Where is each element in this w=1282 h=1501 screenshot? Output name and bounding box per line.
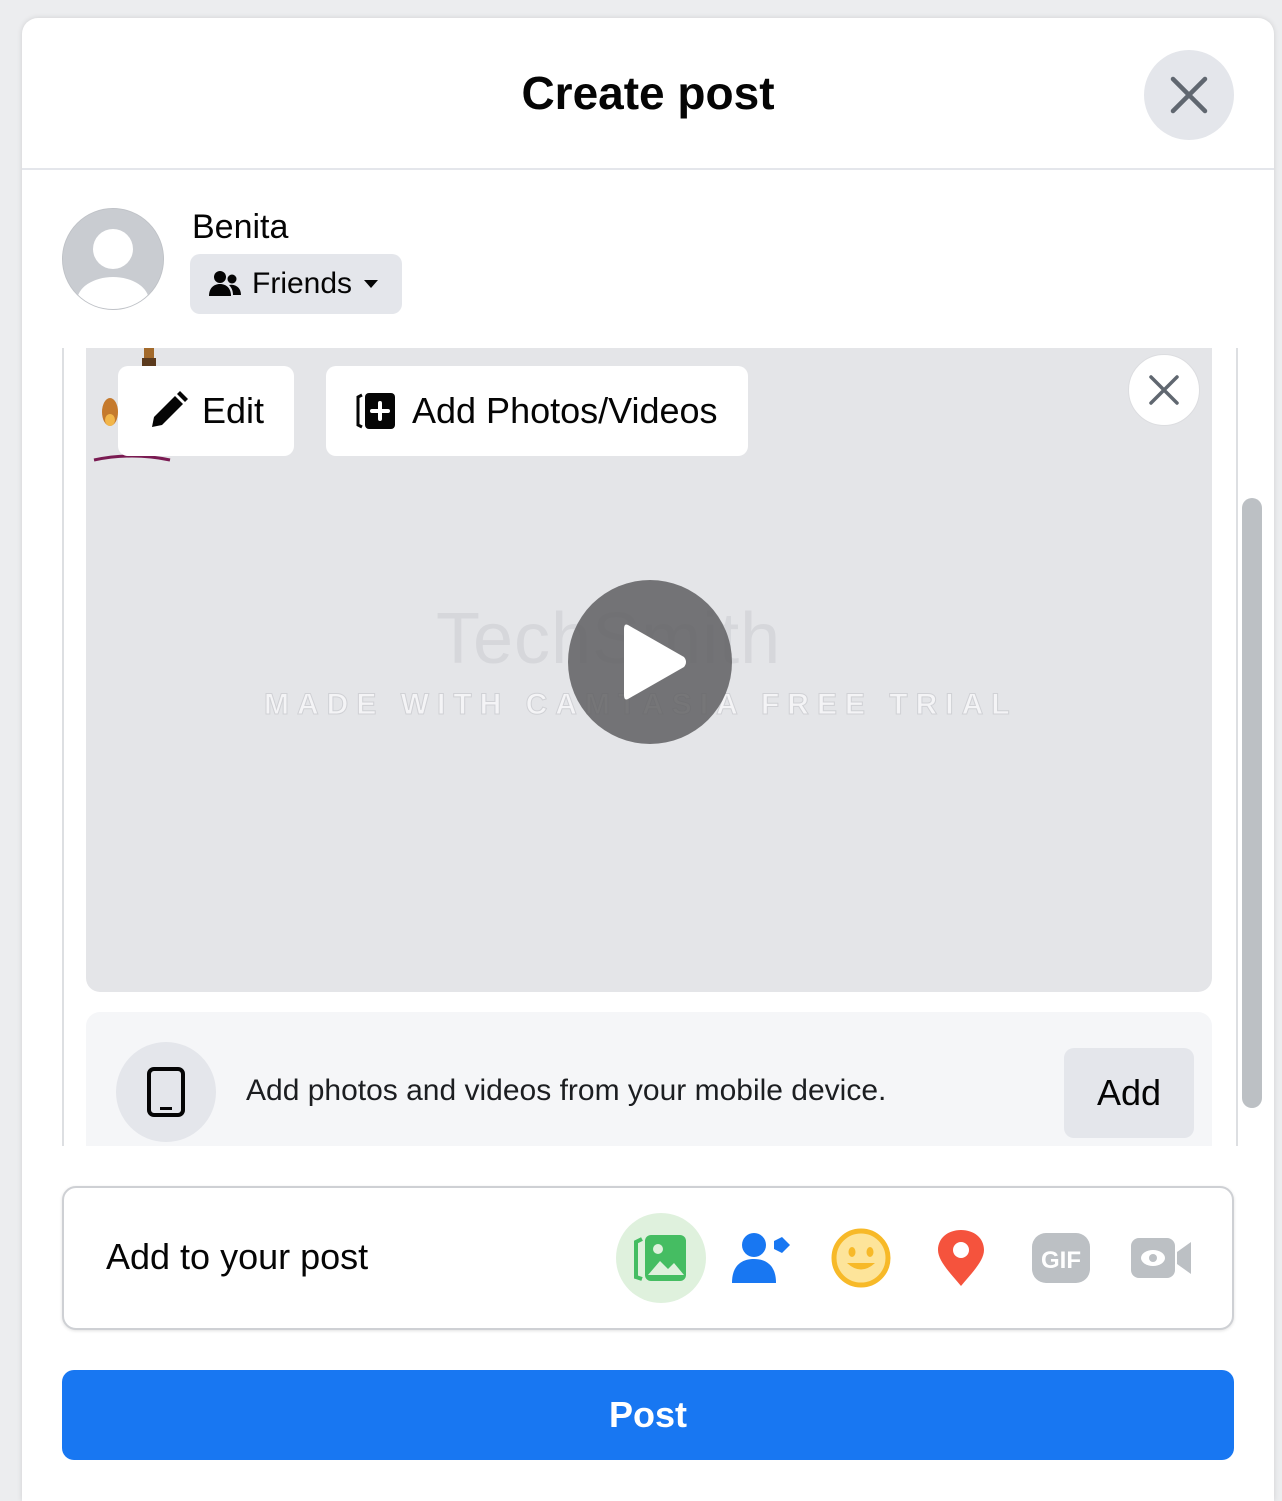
post-content-scroll-area[interactable]: TechSmith MADE WITH CAMTASIA FREE TRIAL … bbox=[62, 348, 1238, 1146]
photo-video-icon bbox=[634, 1235, 686, 1281]
user-name[interactable]: Benita bbox=[192, 208, 288, 247]
live-video-icon bbox=[1131, 1238, 1191, 1278]
svg-text:GIF: GIF bbox=[1041, 1247, 1081, 1274]
default-avatar-icon bbox=[63, 209, 163, 309]
add-to-post-bar: Add to your post GIF bbox=[62, 1186, 1234, 1330]
feeling-activity-button[interactable] bbox=[816, 1213, 906, 1303]
avatar[interactable] bbox=[62, 208, 164, 310]
edit-media-button[interactable]: Edit bbox=[118, 366, 295, 456]
close-icon bbox=[1149, 375, 1179, 405]
check-in-button[interactable] bbox=[916, 1213, 1006, 1303]
remove-media-button[interactable] bbox=[1128, 354, 1200, 426]
play-video-button[interactable] bbox=[568, 580, 732, 744]
gif-icon: GIF bbox=[1032, 1233, 1090, 1283]
close-dialog-button[interactable] bbox=[1144, 50, 1234, 140]
add-from-mobile-text: Add photos and videos from your mobile d… bbox=[246, 1074, 887, 1107]
create-post-dialog: Create post Benita Friends MADE WITH FRE… bbox=[22, 18, 1274, 1501]
close-icon bbox=[1170, 76, 1208, 114]
add-from-mobile-section: Add photos and videos from your mobile d… bbox=[86, 1012, 1212, 1146]
caret-down-icon bbox=[364, 280, 379, 288]
add-from-mobile-button[interactable]: Add bbox=[1064, 1048, 1194, 1138]
audience-label: Friends bbox=[252, 267, 353, 300]
tag-people-icon bbox=[732, 1233, 790, 1283]
live-video-button[interactable] bbox=[1116, 1213, 1206, 1303]
dialog-header: Create post bbox=[22, 18, 1274, 170]
edit-label: Edit bbox=[202, 390, 265, 431]
post-author: Benita Friends bbox=[62, 208, 1232, 328]
play-icon bbox=[624, 624, 686, 700]
feeling-icon bbox=[831, 1228, 891, 1288]
dialog-title: Create post bbox=[521, 67, 775, 119]
check-in-icon bbox=[938, 1230, 984, 1286]
friends-icon bbox=[209, 271, 241, 296]
scrollbar-thumb[interactable] bbox=[1242, 498, 1262, 1108]
add-photos-videos-button[interactable]: Add Photos/Videos bbox=[326, 366, 748, 456]
add-media-icon bbox=[356, 393, 395, 429]
pencil-icon bbox=[152, 391, 188, 427]
tag-people-button[interactable] bbox=[716, 1213, 806, 1303]
video-preview: TechSmith MADE WITH CAMTASIA FREE TRIAL … bbox=[86, 348, 1212, 992]
add-photos-videos-label: Add Photos/Videos bbox=[412, 390, 718, 431]
add-to-post-label: Add to your post bbox=[106, 1236, 369, 1277]
post-button[interactable]: Post bbox=[62, 1370, 1234, 1460]
mobile-icon-container bbox=[116, 1042, 216, 1142]
photo-video-button[interactable] bbox=[616, 1213, 706, 1303]
mobile-phone-icon bbox=[147, 1067, 185, 1117]
gif-button[interactable]: GIF bbox=[1016, 1213, 1106, 1303]
audience-selector-button[interactable]: Friends bbox=[190, 254, 403, 314]
